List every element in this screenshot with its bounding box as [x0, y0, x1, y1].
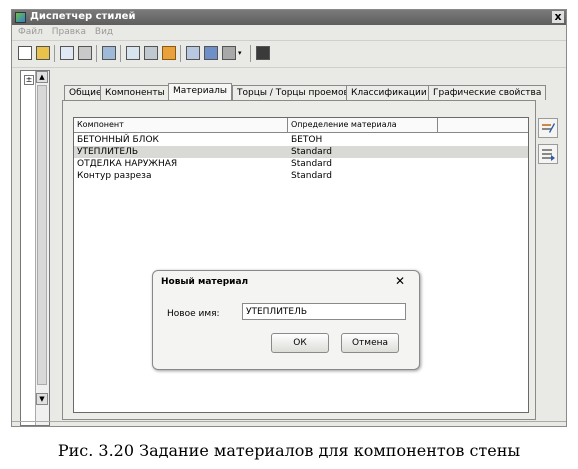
tree-expand-icon[interactable]: ± [24, 75, 34, 85]
menu-view[interactable]: Вид [95, 27, 113, 37]
scroll-down-icon[interactable]: ▼ [36, 393, 48, 405]
app-icon [15, 12, 26, 23]
table-row[interactable]: ОТДЕЛКА НАРУЖНАЯ Standard [74, 158, 528, 170]
column-header-component[interactable]: Компонент [74, 118, 288, 132]
sort-icon[interactable] [186, 46, 200, 60]
menu-edit[interactable]: Правка [52, 27, 86, 37]
component-cell: БЕТОННЫЙ БЛОК [77, 135, 159, 145]
dialog-close-icon[interactable]: ✕ [395, 274, 405, 288]
paste-icon[interactable] [78, 46, 92, 60]
toolbar-separator [180, 45, 181, 62]
cancel-button[interactable]: Отмена [341, 333, 399, 353]
new-name-label: Новое имя: [167, 309, 220, 319]
edit-material-icon[interactable] [538, 118, 558, 138]
dialog-title: Новый материал [161, 277, 249, 287]
figure-caption: Рис. 3.20 Задание материалов для компоне… [57, 441, 521, 460]
view-icon[interactable] [222, 46, 236, 60]
material-cell[interactable]: Standard [288, 170, 332, 182]
status-bar [12, 421, 566, 426]
component-cell: УТЕПЛИТЕЛЬ [77, 147, 139, 157]
warning-icon[interactable] [162, 46, 176, 60]
component-cell: ОТДЕЛКА НАРУЖНАЯ [77, 159, 178, 169]
table-row[interactable]: УТЕПЛИТЕЛЬ Standard [74, 146, 528, 158]
materials-tab-panel: Компонент Определение материала БЕТОННЫЙ… [62, 100, 536, 420]
window-title: Диспетчер стилей [30, 11, 136, 22]
film-icon[interactable] [256, 46, 270, 60]
tab-display-properties[interactable]: Графические свойства [428, 85, 547, 100]
filter-icon[interactable] [36, 46, 50, 60]
ok-button[interactable]: ОК [271, 333, 329, 353]
copy-icon[interactable] [60, 46, 74, 60]
menu-file[interactable]: Файл [18, 27, 43, 37]
toolbar-separator [96, 45, 97, 62]
new-icon[interactable] [18, 46, 32, 60]
material-cell[interactable]: БЕТОН [288, 134, 322, 146]
style-tree-pane[interactable]: ± ▲ ▼ [20, 70, 50, 426]
new-material-dialog: Новый материал ✕ Новое имя: ОК Отмена [152, 270, 420, 370]
title-bar: Диспетчер стилей x [12, 10, 566, 25]
tab-endcaps[interactable]: Торцы / Торцы проемов [232, 85, 354, 100]
toolbar-separator [120, 45, 121, 62]
scroll-thumb[interactable] [37, 85, 47, 385]
menu-bar: Файл Правка Вид [12, 25, 566, 39]
new-name-input[interactable] [242, 303, 406, 320]
filter-funnel-icon[interactable] [204, 46, 218, 60]
edit-icon[interactable] [144, 46, 158, 60]
toolbar-separator [250, 45, 251, 62]
toolbar-separator [54, 45, 55, 62]
toolbar: ▾ [12, 40, 566, 68]
column-header-material[interactable]: Определение материала [288, 118, 438, 132]
component-cell: Контур разреза [77, 171, 152, 181]
table-row[interactable]: БЕТОННЫЙ БЛОК БЕТОН [74, 134, 528, 146]
table-row[interactable]: Контур разреза Standard [74, 170, 528, 182]
table-header: Компонент Определение материала [74, 118, 528, 133]
material-list-icon[interactable] [538, 144, 558, 164]
tab-components[interactable]: Компоненты [100, 85, 170, 100]
properties-icon[interactable] [102, 46, 116, 60]
dropdown-icon[interactable]: ▾ [238, 46, 246, 60]
tab-classifications[interactable]: Классификации [346, 85, 432, 100]
tab-materials[interactable]: Материалы [168, 83, 232, 100]
material-cell[interactable]: Standard [288, 146, 332, 158]
scroll-up-icon[interactable]: ▲ [36, 71, 48, 83]
purge-icon[interactable] [126, 46, 140, 60]
close-icon[interactable]: x [552, 11, 564, 23]
material-cell[interactable]: Standard [288, 158, 332, 170]
tree-scrollbar[interactable]: ▲ ▼ [35, 71, 49, 425]
